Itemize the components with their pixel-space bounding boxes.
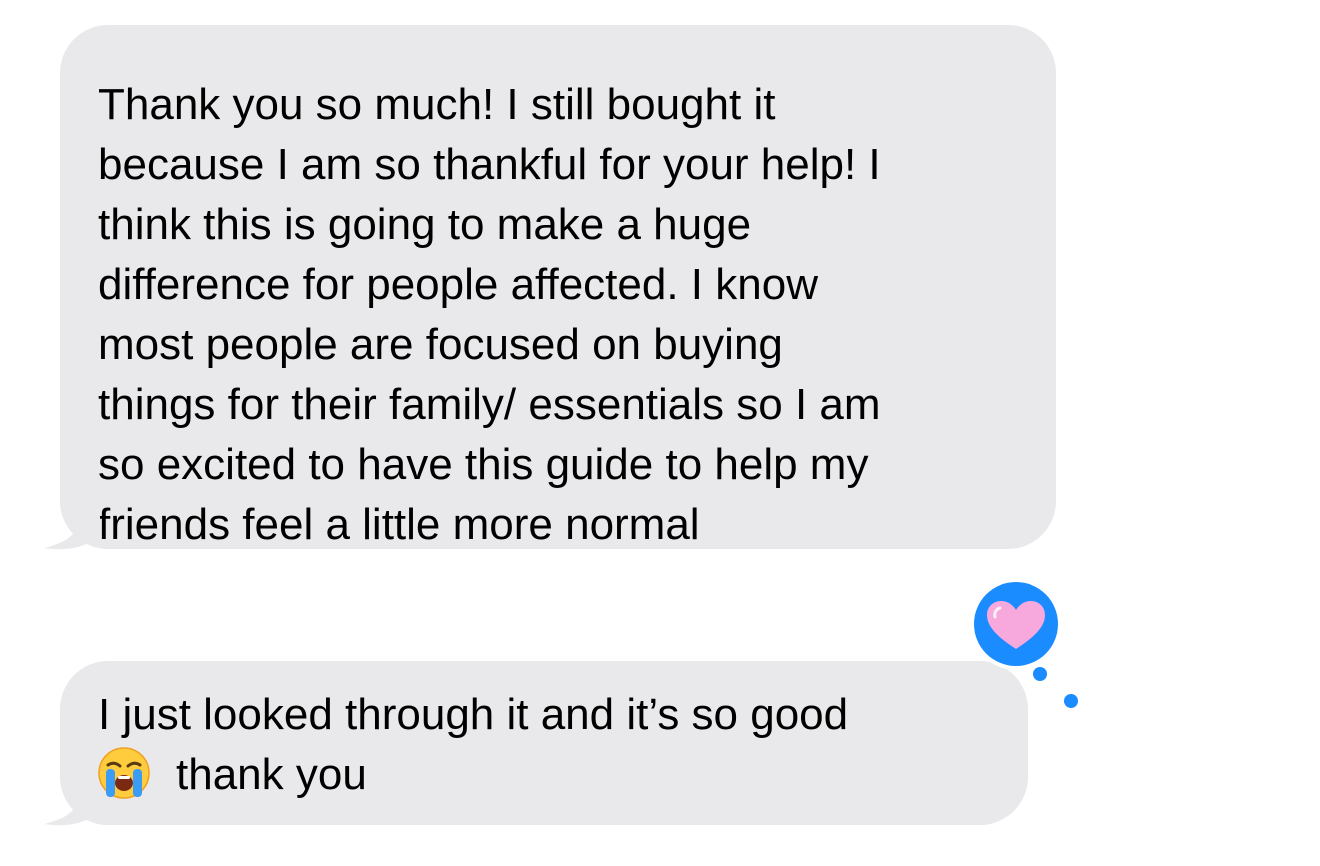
- reaction-tail-dot: [1064, 694, 1078, 708]
- message-text-1: Thank you so much! I still bought it bec…: [98, 80, 881, 549]
- heart-reaction-badge[interactable]: [966, 578, 1070, 682]
- message-text-2-line2: thank you: [176, 750, 367, 799]
- message-text-2-line2-row: thank you: [98, 745, 990, 805]
- message-bubble-1[interactable]: Thank you so much! I still bought it bec…: [60, 25, 1056, 549]
- message-bubble-2[interactable]: I just looked through it and it’s so goo…: [60, 661, 1028, 825]
- message-text-2-line1: I just looked through it and it’s so goo…: [98, 690, 849, 739]
- bubble-tail-1: [44, 512, 100, 550]
- bubble-tail-2: [44, 788, 100, 826]
- loudly-crying-face-icon: [98, 747, 150, 799]
